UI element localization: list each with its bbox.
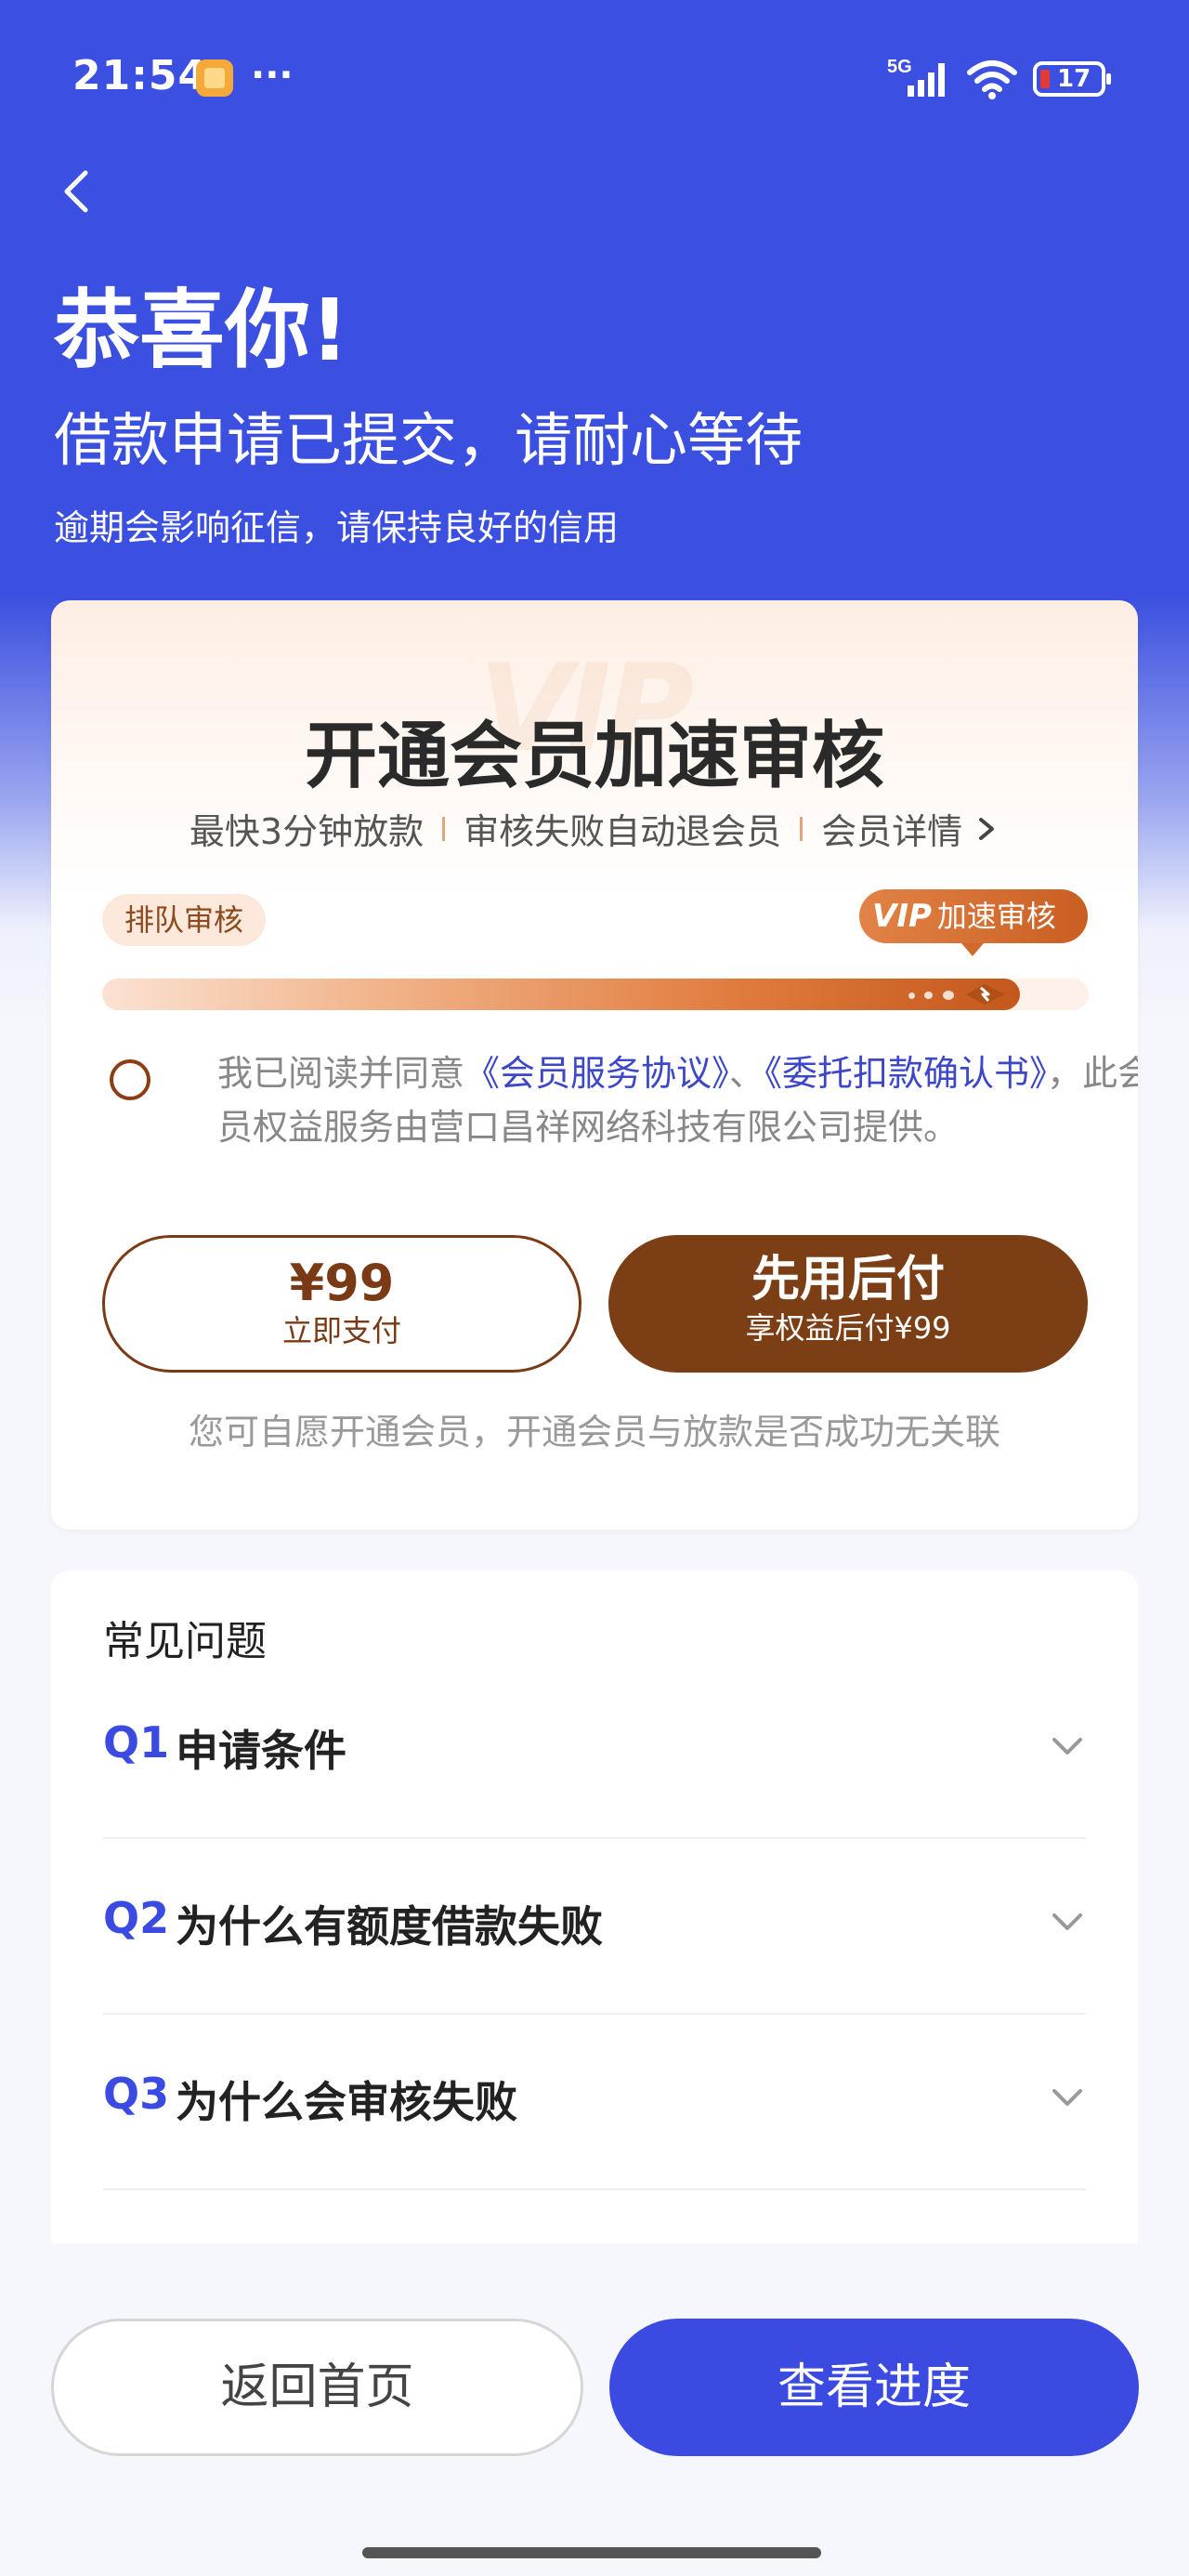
faq-question: 申请条件: [176, 1726, 346, 1776]
network-type-label: 5G: [887, 57, 912, 77]
pay-price: ¥99: [289, 1254, 395, 1312]
member-details-link[interactable]: 会员详情: [821, 803, 962, 854]
more-notifications-icon: ···: [251, 54, 294, 97]
hero-subtitle: 借款申请已提交，请耐心等待: [54, 406, 804, 474]
chevron-down-icon[interactable]: [1049, 1908, 1086, 1936]
queue-review-tag: 排队审核: [102, 894, 267, 946]
debit-authorization-link[interactable]: 《委托扣款确认书》: [764, 1053, 1047, 1094]
feature-fast-loan: 最快3分钟放款: [189, 811, 425, 852]
review-progress-fill: [102, 979, 1020, 1010]
faq-item-q3[interactable]: Q3 为什么会审核失败: [103, 2015, 1086, 2190]
vip-accelerate-tag: VIP 加速审核: [859, 889, 1088, 956]
faq-item-q2[interactable]: Q2 为什么有额度借款失败: [103, 1839, 1086, 2015]
pay-now-button[interactable]: ¥99 立即支付: [102, 1235, 581, 1373]
vip-disclaimer: 您可自愿开通会员，开通会员与放款是否成功无关联: [188, 1412, 1000, 1452]
wifi-icon: [967, 60, 1017, 99]
vip-card: VIP 开通会员加速审核 最快3分钟放款 审核失败自动退会员 会员详情 排队审核…: [51, 600, 1138, 1530]
cellular-signal-icon: 5G: [887, 57, 945, 97]
pay-now-label: 立即支付: [281, 1313, 401, 1348]
pay-later-button[interactable]: 先用后付 享权益后付¥99: [608, 1235, 1088, 1373]
trail-dot: [943, 991, 954, 1000]
vip-tag-label: 加速审核: [936, 899, 1056, 934]
pay-later-label: 先用后付: [751, 1252, 945, 1308]
faq-section: 常见问题 Q1 申请条件 Q2 为什么有额度借款失败 Q3 为什么会审核失败: [51, 1571, 1138, 2243]
home-indicator[interactable]: [362, 2547, 821, 2558]
vip-title: 开通会员加速审核: [304, 715, 884, 798]
view-progress-button[interactable]: 查看进度: [609, 2319, 1139, 2456]
hero-title: 恭喜你!: [54, 281, 349, 380]
chevron-down-icon[interactable]: [1049, 1732, 1086, 1760]
pay-later-sub: 享权益后付¥99: [745, 1310, 951, 1346]
service-agreement-link[interactable]: 《会员服务协议》: [464, 1053, 729, 1094]
faq-number: Q1: [103, 1717, 170, 1768]
faq-number: Q2: [103, 1893, 170, 1943]
battery-icon: 17: [1033, 61, 1111, 97]
trail-dot: [908, 992, 915, 999]
feature-divider: [442, 816, 446, 841]
agreement-text: 我已阅读并同意《会员服务协议》、《委托扣款确认书》，此会员权益服务由营口昌祥网络…: [217, 1046, 1138, 1154]
hero-note: 逾期会影响征信，请保持良好的信用: [54, 507, 620, 548]
trail-dot: [924, 992, 933, 999]
back-home-button[interactable]: 返回首页: [51, 2319, 583, 2456]
feature-divider: [800, 816, 804, 841]
vip-features: 最快3分钟放款 审核失败自动退会员 会员详情: [51, 803, 1138, 854]
faq-question: 为什么有额度借款失败: [176, 1901, 603, 1952]
rocket-icon: [966, 984, 1005, 1005]
status-bar: 21:54 ··· 5G 17: [0, 0, 1189, 158]
review-progress-track: [102, 979, 1089, 1010]
chevron-down-icon[interactable]: [1049, 2083, 1086, 2111]
notification-app-icon: [196, 59, 233, 97]
vip-logo: VIP: [872, 898, 932, 935]
faq-question: 为什么会审核失败: [176, 2077, 517, 2127]
faq-title: 常见问题: [103, 1618, 267, 1665]
status-time: 21:54: [72, 52, 208, 99]
agreement-prefix: 我已阅读并同意: [217, 1053, 465, 1094]
faq-number: Q3: [103, 2069, 170, 2119]
faq-item-q1[interactable]: Q1 申请条件: [103, 1663, 1086, 1839]
feature-auto-refund: 审核失败自动退会员: [464, 811, 782, 852]
agreement-checkbox[interactable]: [110, 1059, 150, 1100]
agreement-separator: 、: [729, 1053, 765, 1094]
back-arrow-icon[interactable]: [52, 158, 108, 223]
chevron-right-icon[interactable]: [973, 812, 1000, 846]
battery-level: 17: [1057, 65, 1091, 93]
